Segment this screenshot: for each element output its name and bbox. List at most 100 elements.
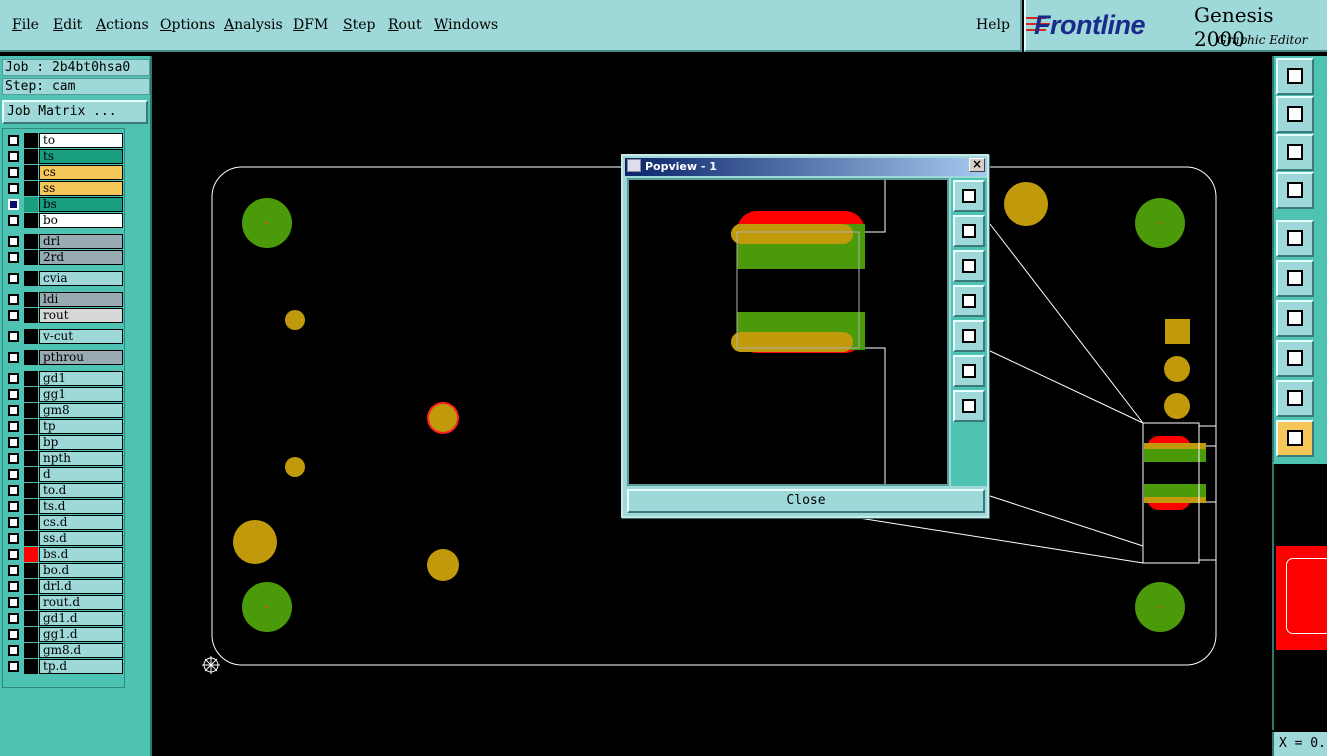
layer-color-swatch[interactable]: [24, 643, 38, 658]
snap-icon[interactable]: [1276, 340, 1314, 377]
layer-checkbox[interactable]: [8, 389, 19, 400]
layer-checkbox[interactable]: [8, 199, 19, 210]
display-icon[interactable]: [1276, 220, 1314, 257]
menu-edit[interactable]: Edit: [53, 17, 82, 33]
layer-color-swatch[interactable]: [24, 579, 38, 594]
layer-name[interactable]: bs: [39, 197, 123, 212]
zoom-fit-icon[interactable]: [953, 355, 985, 387]
layer-name[interactable]: cvia: [39, 271, 123, 286]
layer-row-bo[interactable]: bo: [5, 213, 123, 228]
layer-color-swatch[interactable]: [24, 350, 38, 365]
layer-row-cvia[interactable]: cvia: [5, 271, 123, 286]
triangle-icon[interactable]: [1276, 380, 1314, 417]
layer-checkbox[interactable]: [8, 469, 19, 480]
overview-map[interactable]: [1272, 462, 1327, 730]
layer-checkbox[interactable]: [8, 613, 19, 624]
layer-name[interactable]: ts: [39, 149, 123, 164]
layer-row-v-cut[interactable]: v-cut: [5, 329, 123, 344]
layer-color-swatch[interactable]: [24, 234, 38, 249]
layer-row-bp[interactable]: bp: [5, 435, 123, 450]
menu-options[interactable]: Options: [160, 17, 215, 33]
layer-name[interactable]: gg1.d: [39, 627, 123, 642]
layer-color-swatch[interactable]: [24, 181, 38, 196]
layer-row-pthrou[interactable]: pthrou: [5, 350, 123, 365]
layer-color-swatch[interactable]: [24, 329, 38, 344]
layer-name[interactable]: ts.d: [39, 499, 123, 514]
layer-checkbox[interactable]: [8, 252, 19, 263]
pan-right-icon[interactable]: [953, 320, 985, 352]
layer-row-ts-d[interactable]: ts.d: [5, 499, 123, 514]
layer-name[interactable]: rout: [39, 308, 123, 323]
layer-name[interactable]: tp: [39, 419, 123, 434]
layer-row-cs[interactable]: cs: [5, 165, 123, 180]
layer-checkbox[interactable]: [8, 661, 19, 672]
layer-row-ts[interactable]: ts: [5, 149, 123, 164]
menu-help[interactable]: Help: [976, 17, 1010, 33]
layer-checkbox[interactable]: [8, 236, 19, 247]
layer-checkbox[interactable]: [8, 501, 19, 512]
layer-name[interactable]: cs.d: [39, 515, 123, 530]
layer-checkbox[interactable]: [8, 151, 19, 162]
layer-checkbox[interactable]: [8, 629, 19, 640]
layer-name[interactable]: bo: [39, 213, 123, 228]
layer-color-swatch[interactable]: [24, 451, 38, 466]
layer-color-swatch[interactable]: [24, 499, 38, 514]
layer-name[interactable]: ss.d: [39, 531, 123, 546]
layer-checkbox[interactable]: [8, 565, 19, 576]
layer-name[interactable]: d: [39, 467, 123, 482]
layer-name[interactable]: gd1: [39, 371, 123, 386]
layer-name[interactable]: 2rd: [39, 250, 123, 265]
layer-name[interactable]: tp.d: [39, 659, 123, 674]
layer-name[interactable]: v-cut: [39, 329, 123, 344]
menu-actions[interactable]: Actions: [96, 17, 149, 33]
layer-color-swatch[interactable]: [24, 271, 38, 286]
layer-row-bs[interactable]: bs: [5, 197, 123, 212]
layer-name[interactable]: gm8: [39, 403, 123, 418]
layer-name[interactable]: gm8.d: [39, 643, 123, 658]
layer-name[interactable]: gd1.d: [39, 611, 123, 626]
layer-checkbox[interactable]: [8, 352, 19, 363]
settings-icon[interactable]: [1276, 172, 1314, 209]
layer-color-swatch[interactable]: [24, 563, 38, 578]
layer-row-npth[interactable]: npth: [5, 451, 123, 466]
layer-color-swatch[interactable]: [24, 627, 38, 642]
layer-checkbox[interactable]: [8, 294, 19, 305]
layer-color-swatch[interactable]: [24, 165, 38, 180]
layer-row-rout[interactable]: rout: [5, 308, 123, 323]
layer-color-swatch[interactable]: [24, 308, 38, 323]
layer-color-swatch[interactable]: [24, 403, 38, 418]
layer-checkbox[interactable]: [8, 331, 19, 342]
layer-name[interactable]: bp: [39, 435, 123, 450]
layer-name[interactable]: cs: [39, 165, 123, 180]
layer-color-swatch[interactable]: [24, 387, 38, 402]
layer-checkbox[interactable]: [8, 421, 19, 432]
layer-checkbox[interactable]: [8, 645, 19, 656]
menu-step[interactable]: Step: [343, 17, 375, 33]
pan-up-icon[interactable]: [1276, 58, 1314, 95]
zoom-window-icon[interactable]: [953, 180, 985, 212]
menu-analysis[interactable]: Analysis: [224, 17, 283, 33]
layer-color-swatch[interactable]: [24, 149, 38, 164]
layer-row-gg1-d[interactable]: gg1.d: [5, 627, 123, 642]
layer-name[interactable]: ss: [39, 181, 123, 196]
layer-row-gd1-d[interactable]: gd1.d: [5, 611, 123, 626]
menu-windows[interactable]: Windows: [434, 17, 498, 33]
menu-file[interactable]: File: [12, 17, 39, 33]
zoom-home-icon[interactable]: [953, 390, 985, 422]
layer-name[interactable]: to: [39, 133, 123, 148]
layer-row-ldi[interactable]: ldi: [5, 292, 123, 307]
layer-row-gm8[interactable]: gm8: [5, 403, 123, 418]
layer-row-2rd[interactable]: 2rd: [5, 250, 123, 265]
layer-row-drl-d[interactable]: drl.d: [5, 579, 123, 594]
menu-rout[interactable]: Rout: [388, 17, 422, 33]
layer-row-gd1[interactable]: gd1: [5, 371, 123, 386]
layer-name[interactable]: rout.d: [39, 595, 123, 610]
layer-color-swatch[interactable]: [24, 419, 38, 434]
layer-row-to[interactable]: to: [5, 133, 123, 148]
layer-color-swatch[interactable]: [24, 435, 38, 450]
layer-row-bo-d[interactable]: bo.d: [5, 563, 123, 578]
layer-checkbox[interactable]: [8, 533, 19, 544]
measure-icon[interactable]: [1276, 300, 1314, 337]
layer-color-swatch[interactable]: [24, 371, 38, 386]
layer-color-swatch[interactable]: [24, 133, 38, 148]
